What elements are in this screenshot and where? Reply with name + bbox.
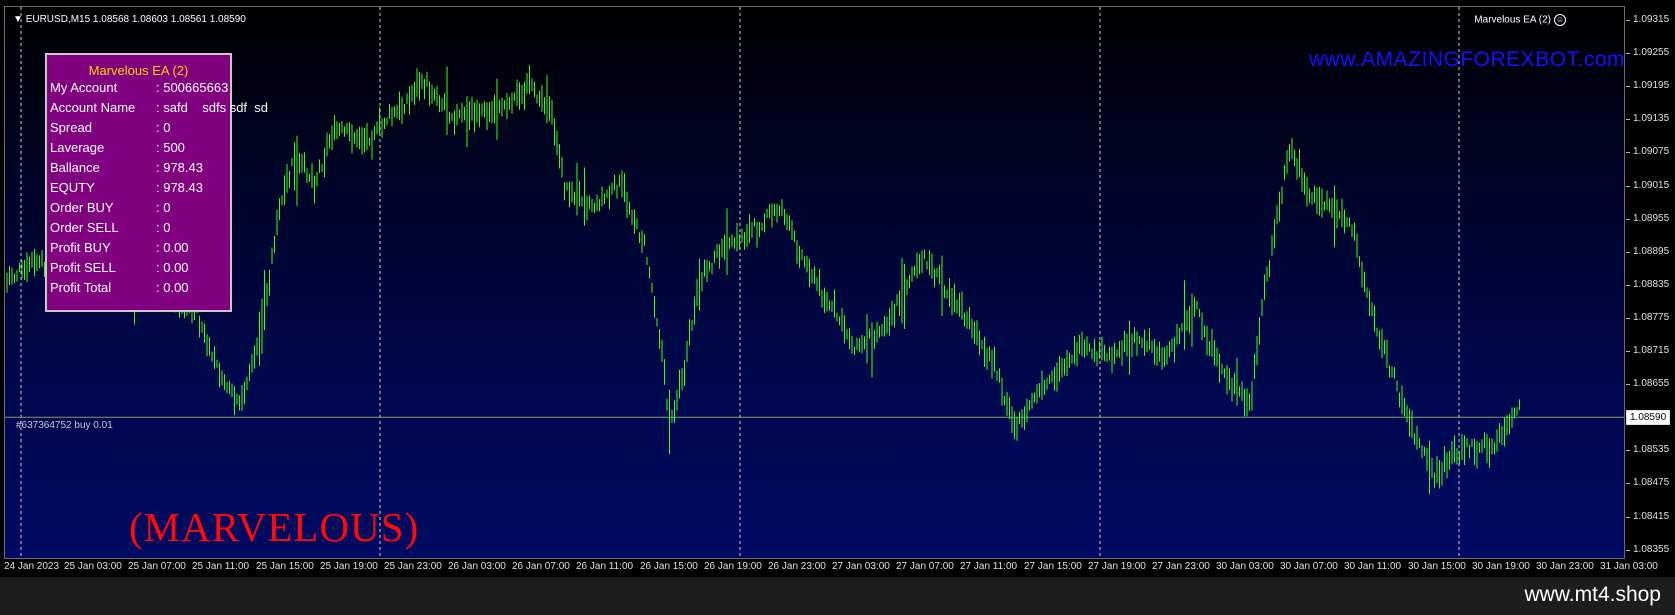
time-tick-label: 27 Jan 23:00 (1152, 561, 1210, 572)
time-tick-label: 26 Jan 11:00 (576, 561, 634, 572)
price-tick-label: 1.08895 (1625, 245, 1670, 257)
time-tick-label: 24 Jan 2023 (4, 561, 60, 572)
panel-row: Account Name : safd sdfs sdf sd (50, 100, 268, 115)
panel-row-value: : safd sdfs sdf sd (156, 100, 268, 115)
price-tick-label: 1.09315 (1625, 14, 1670, 25)
panel-row-value: : 0 (156, 220, 171, 235)
time-tick-label: 25 Jan 19:00 (320, 561, 378, 572)
time-tick-label: 25 Jan 03:00 (64, 561, 122, 572)
price-tick-label: 1.08415 (1625, 510, 1670, 522)
time-tick-label: 31 Jan 03:00 (1600, 561, 1658, 572)
symbol-quote: EURUSD,M15 1.08568 1.08603 1.08561 1.085… (25, 14, 246, 25)
panel-row-value: : 0 (156, 200, 171, 215)
panel-row-label: Order SELL (50, 220, 119, 235)
time-axis[interactable]: 24 Jan 2023 25 Jan 03:00 25 Jan 07:00 25 Ja… (4, 559, 1658, 577)
footer-bar: www.mt4.shop (0, 577, 1675, 615)
panel-row-value: : 978.43 (156, 160, 203, 175)
footer-url: www.mt4.shop (1524, 583, 1661, 606)
panel-row-value: : 500 (156, 140, 185, 155)
symbol-header[interactable]: ▼ EURUSD,M15 1.08568 1.08603 1.08561 1.0… (13, 14, 246, 25)
panel-row-label: Order BUY (50, 200, 114, 215)
panel-row-label: Account Name (50, 100, 136, 115)
panel-row-value: : 0.00 (156, 240, 189, 255)
price-tick-label: 1.08535 (1625, 444, 1670, 456)
panel-row: Order SELL : 0 (50, 220, 170, 235)
time-tick-label: 27 Jan 15:00 (1024, 561, 1082, 572)
time-tick-label: 26 Jan 07:00 (512, 561, 570, 572)
time-tick-label: 30 Jan 15:00 (1408, 561, 1466, 572)
time-tick-label: 27 Jan 03:00 (832, 561, 890, 572)
time-tick-label: 26 Jan 15:00 (640, 561, 698, 572)
time-tick-label: 25 Jan 15:00 (256, 561, 314, 572)
price-tick-label: 1.08715 (1625, 345, 1670, 356)
price-tick-label: 1.09195 (1625, 80, 1670, 92)
time-tick-label: 27 Jan 07:00 (896, 561, 954, 572)
price-tick-label: 1.09075 (1625, 146, 1670, 158)
price-tick-label: 1.09015 (1625, 179, 1670, 191)
panel-row-value: : 978.43 (156, 180, 203, 195)
time-tick-label: 27 Jan 11:00 (960, 561, 1018, 572)
price-tick-label: 1.08835 (1625, 278, 1670, 290)
time-tick-label: 25 Jan 11:00 (192, 561, 250, 572)
time-tick-label: 25 Jan 23:00 (384, 561, 442, 572)
panel-row-value: : 500665663 (156, 80, 229, 95)
panel-row-value: : 0 (156, 120, 171, 135)
price-tick-label: 1.09255 (1625, 47, 1670, 59)
panel-row: My Account : 500665663 (50, 80, 228, 95)
time-tick-label: 27 Jan 19:00 (1088, 561, 1146, 572)
price-tick-label: 1.08655 (1625, 378, 1670, 390)
panel-row: Profit SELL : 0.00 (50, 260, 189, 275)
price-tick-label: 1.09135 (1625, 113, 1670, 125)
time-tick-label: 26 Jan 23:00 (768, 561, 826, 572)
panel-row: Order BUY : 0 (50, 200, 170, 215)
panel-row-label: Profit BUY (50, 240, 111, 255)
panel-row-label: Profit SELL (50, 260, 116, 275)
price-tick-label: 1.08475 (1625, 477, 1670, 489)
candlestick-canvas (5, 7, 1624, 558)
time-tick-label: 25 Jan 07:00 (128, 561, 186, 572)
time-tick-label: 30 Jan 11:00 (1344, 561, 1402, 572)
time-tick-label: 30 Jan 19:00 (1472, 561, 1530, 572)
brand-url-text: www.AMAZINGFOREXBOT.com (1309, 48, 1625, 71)
time-tick-label: 26 Jan 03:00 (448, 561, 506, 572)
time-tick-label: 30 Jan 07:00 (1280, 561, 1338, 572)
ea-badge-label: Marvelous EA (2) (1474, 14, 1551, 26)
time-tick-label: 26 Jan 19:00 (704, 561, 762, 572)
panel-row-label: Ballance (50, 160, 100, 175)
watermark-text: (MARVELOUS) (129, 504, 420, 550)
panel-title: Marvelous EA (2) (88, 63, 189, 78)
panel-row-label: My Account (50, 80, 118, 95)
price-tick-label: 1.08955 (1625, 212, 1670, 224)
panel-row: Spread : 0 (50, 120, 170, 135)
panel-row-label: Spread (50, 120, 92, 135)
panel-row-label: EQUTY (50, 180, 95, 195)
panel-row-value: : 0.00 (156, 260, 189, 275)
panel-row: EQUTY : 978.43 (50, 180, 203, 195)
current-price-box: 1.08590 (1626, 410, 1671, 426)
time-tick-label: 30 Jan 23:00 (1536, 561, 1594, 572)
panel-row-label: Laverage (50, 140, 105, 155)
price-chart[interactable]: ▼ EURUSD,M15 1.08568 1.08603 1.08561 1.0… (4, 6, 1625, 559)
order-line-label[interactable]: #637364752 buy 0.01 (16, 420, 113, 431)
dropdown-triangle-icon[interactable]: ▼ (13, 14, 23, 25)
price-axis[interactable]: 1.09315 1.09255 1.09195 1.09135 1.09075 1.090… (1625, 6, 1675, 559)
ea-info-panel: Marvelous EA (2) My Account : 500665663 Ac… (45, 53, 268, 312)
panel-row: Ballance : 978.43 (50, 160, 203, 175)
panel-row-value: : 0.00 (156, 280, 189, 295)
panel-row: Laverage : 500 (50, 140, 185, 155)
panel-row-label: Profit Total (50, 280, 112, 295)
panel-row: Profit BUY : 0.00 (50, 240, 189, 255)
expert-advisor-badge[interactable]: Marvelous EA (2) ☺ (1474, 14, 1566, 26)
price-tick-label: 1.08355 (1625, 543, 1670, 555)
panel-row: Profit Total : 0.00 (50, 280, 189, 295)
price-tick-label: 1.08775 (1625, 311, 1670, 323)
time-tick-label: 30 Jan 03:00 (1216, 561, 1274, 572)
smiley-icon: ☺ (1554, 14, 1566, 26)
